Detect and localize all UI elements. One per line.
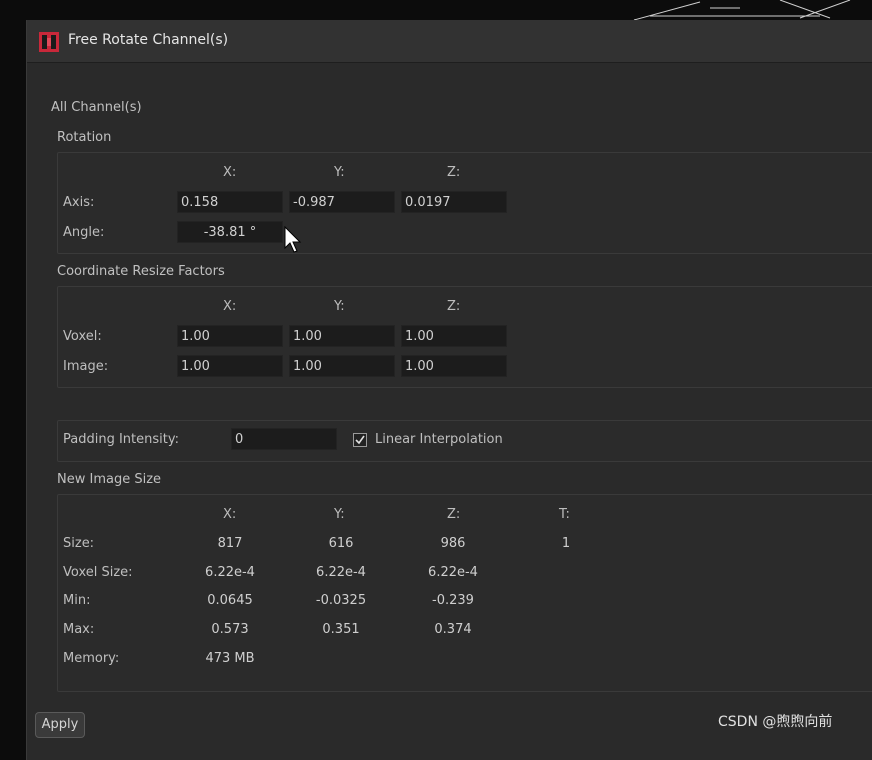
resize-header-y: Y: (334, 299, 345, 314)
size-header-z: Z: (447, 507, 461, 522)
image-label: Image: (63, 359, 109, 374)
resize-header-x: X: (223, 299, 237, 314)
max-z-value: 0.374 (434, 622, 472, 637)
linear-interpolation-label[interactable]: Linear Interpolation (375, 432, 503, 447)
background-wireframe (633, 0, 851, 21)
image-y-field[interactable]: 1.00 (289, 355, 395, 377)
rotation-header-y: Y: (334, 165, 345, 180)
max-y-value: 0.351 (322, 622, 360, 637)
rotation-header-x: X: (223, 165, 237, 180)
padding-intensity-label: Padding Intensity: (63, 432, 179, 447)
size-x-value: 817 (217, 536, 243, 551)
memory-value: 473 MB (205, 651, 255, 666)
size-header-t: T: (559, 507, 570, 522)
angle-label: Angle: (63, 225, 105, 240)
voxel-label: Voxel: (63, 329, 102, 344)
app-logo-icon (39, 32, 59, 52)
voxel-size-y-value: 6.22e-4 (316, 565, 366, 580)
memory-row-label: Memory: (63, 651, 120, 666)
size-header-y: Y: (334, 507, 345, 522)
min-y-value: -0.0325 (315, 593, 367, 608)
window-title: Free Rotate Channel(s) (68, 32, 229, 48)
free-rotate-dialog: Free Rotate Channel(s) All Channel(s) Ro… (26, 20, 872, 760)
voxel-x-field[interactable]: 1.00 (177, 325, 283, 347)
voxel-size-z-value: 6.22e-4 (428, 565, 478, 580)
image-x-field[interactable]: 1.00 (177, 355, 283, 377)
min-row-label: Min: (63, 593, 91, 608)
padding-intensity-field[interactable]: 0 (231, 428, 337, 450)
resize-header-z: Z: (447, 299, 461, 314)
max-x-value: 0.573 (211, 622, 249, 637)
size-y-value: 616 (328, 536, 354, 551)
min-x-value: 0.0645 (207, 593, 253, 608)
rotation-title: Rotation (57, 130, 112, 145)
size-row-label: Size: (63, 536, 95, 551)
size-t-value: 1 (561, 536, 571, 551)
voxel-y-field[interactable]: 1.00 (289, 325, 395, 347)
voxel-size-row-label: Voxel Size: (63, 565, 133, 580)
voxel-z-field[interactable]: 1.00 (401, 325, 507, 347)
min-z-value: -0.239 (432, 593, 474, 608)
axis-x-field[interactable]: 0.158 (177, 191, 283, 213)
all-channels-label: All Channel(s) (51, 100, 142, 115)
voxel-size-x-value: 6.22e-4 (205, 565, 255, 580)
new-image-size-title: New Image Size (57, 472, 162, 487)
max-row-label: Max: (63, 622, 95, 637)
mouse-pointer-icon (284, 226, 302, 253)
angle-field[interactable]: -38.81 ° (177, 221, 283, 243)
axis-z-field[interactable]: 0.0197 (401, 191, 507, 213)
resize-title: Coordinate Resize Factors (57, 264, 225, 279)
apply-button[interactable]: Apply (35, 712, 85, 738)
size-z-value: 986 (440, 536, 466, 551)
checkmark-icon (355, 435, 365, 445)
rotation-header-z: Z: (447, 165, 461, 180)
size-header-x: X: (223, 507, 237, 522)
image-z-field[interactable]: 1.00 (401, 355, 507, 377)
title-bar: Free Rotate Channel(s) (27, 20, 872, 63)
linear-interpolation-checkbox[interactable] (353, 433, 367, 447)
watermark-text: CSDN @煦煦向前 (718, 714, 833, 730)
axis-label: Axis: (63, 195, 95, 210)
axis-y-field[interactable]: -0.987 (289, 191, 395, 213)
